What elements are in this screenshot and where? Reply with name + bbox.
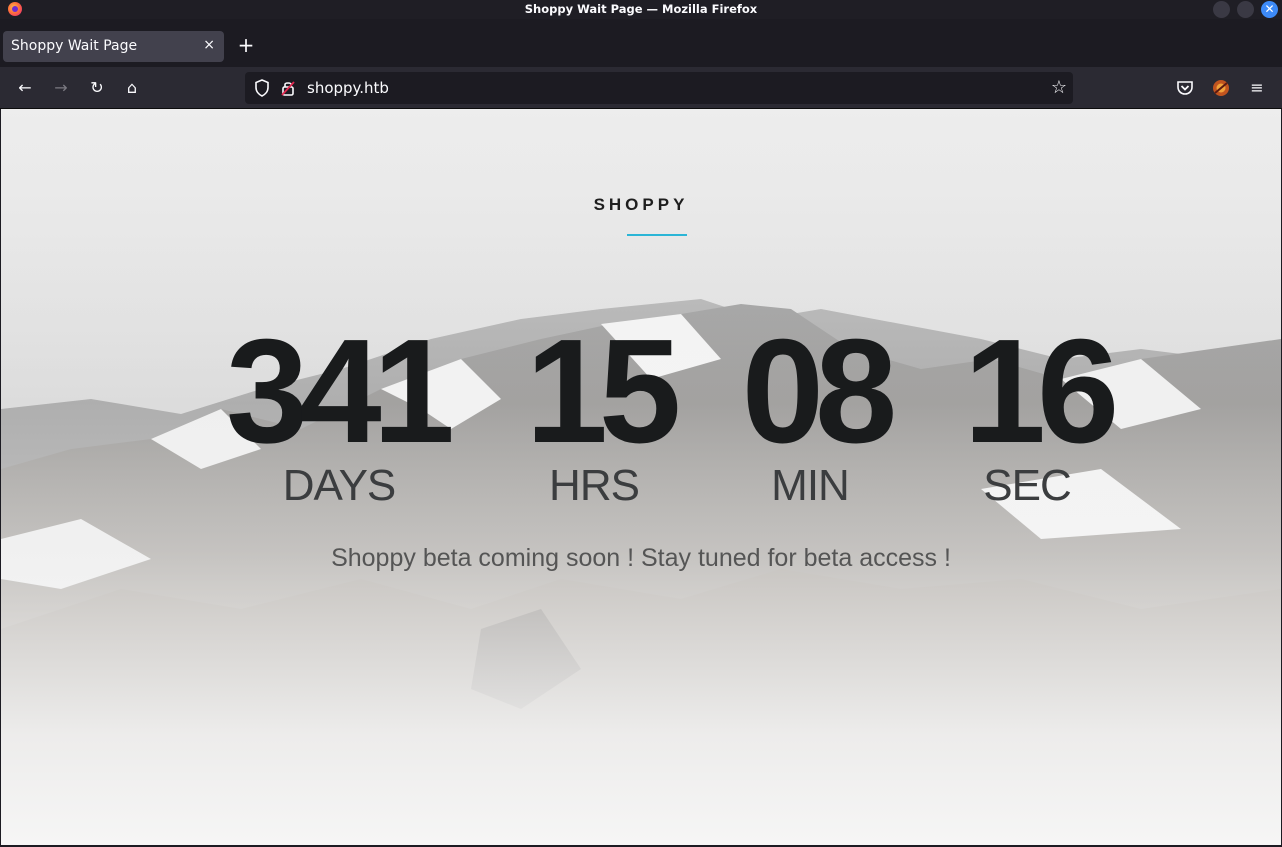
connection-lock-icon[interactable] <box>280 79 296 97</box>
url-bar[interactable]: shoppy.htb ☆ <box>245 72 1073 104</box>
tab-shoppy-wait-page[interactable]: Shoppy Wait Page × <box>3 31 224 62</box>
maximize-button[interactable] <box>1237 1 1254 18</box>
reload-button[interactable]: ↻ <box>85 77 109 99</box>
url-text[interactable]: shoppy.htb <box>307 79 389 97</box>
navigation-toolbar: ← → ↻ ⌂ shoppy.htb ☆ ≡ <box>0 67 1282 109</box>
window-title: Shoppy Wait Page — Mozilla Firefox <box>524 2 758 16</box>
countdown-minutes-value: 08 <box>741 309 898 474</box>
countdown-seconds-label: SEC <box>983 461 1071 510</box>
page-content: SHOPPY 341 15 08 16 DAYS HRS MIN SEC Sho… <box>1 109 1281 845</box>
countdown-hours-label: HRS <box>549 461 640 510</box>
tagline-text: Shoppy beta coming soon ! Stay tuned for… <box>331 544 951 572</box>
tab-close-icon[interactable]: × <box>203 37 215 53</box>
tab-bar: Shoppy Wait Page × + <box>0 19 1282 67</box>
countdown-days-label: DAYS <box>282 461 397 510</box>
tab-label: Shoppy Wait Page <box>11 38 138 54</box>
app-menu-button[interactable]: ≡ <box>1247 78 1267 98</box>
pocket-icon[interactable] <box>1175 78 1195 98</box>
window-titlebar: Shoppy Wait Page — Mozilla Firefox ✕ <box>0 0 1282 19</box>
home-button[interactable]: ⌂ <box>120 77 144 99</box>
minimize-button[interactable] <box>1213 1 1230 18</box>
brand-underline <box>627 234 687 236</box>
extension-icon[interactable] <box>1211 78 1231 98</box>
countdown-minutes-label: MIN <box>771 461 850 510</box>
bookmark-star-icon[interactable]: ☆ <box>1051 77 1067 99</box>
back-button[interactable]: ← <box>13 77 37 99</box>
new-tab-button[interactable]: + <box>235 33 257 57</box>
close-window-button[interactable]: ✕ <box>1261 1 1278 18</box>
forward-button[interactable]: → <box>49 77 73 99</box>
countdown-days-value: 341 <box>226 309 455 474</box>
countdown-hours-value: 15 <box>525 309 682 474</box>
brand-title: SHOPPY <box>593 195 689 214</box>
tracking-protection-shield-icon[interactable] <box>254 79 270 97</box>
countdown-seconds-value: 16 <box>963 309 1120 474</box>
